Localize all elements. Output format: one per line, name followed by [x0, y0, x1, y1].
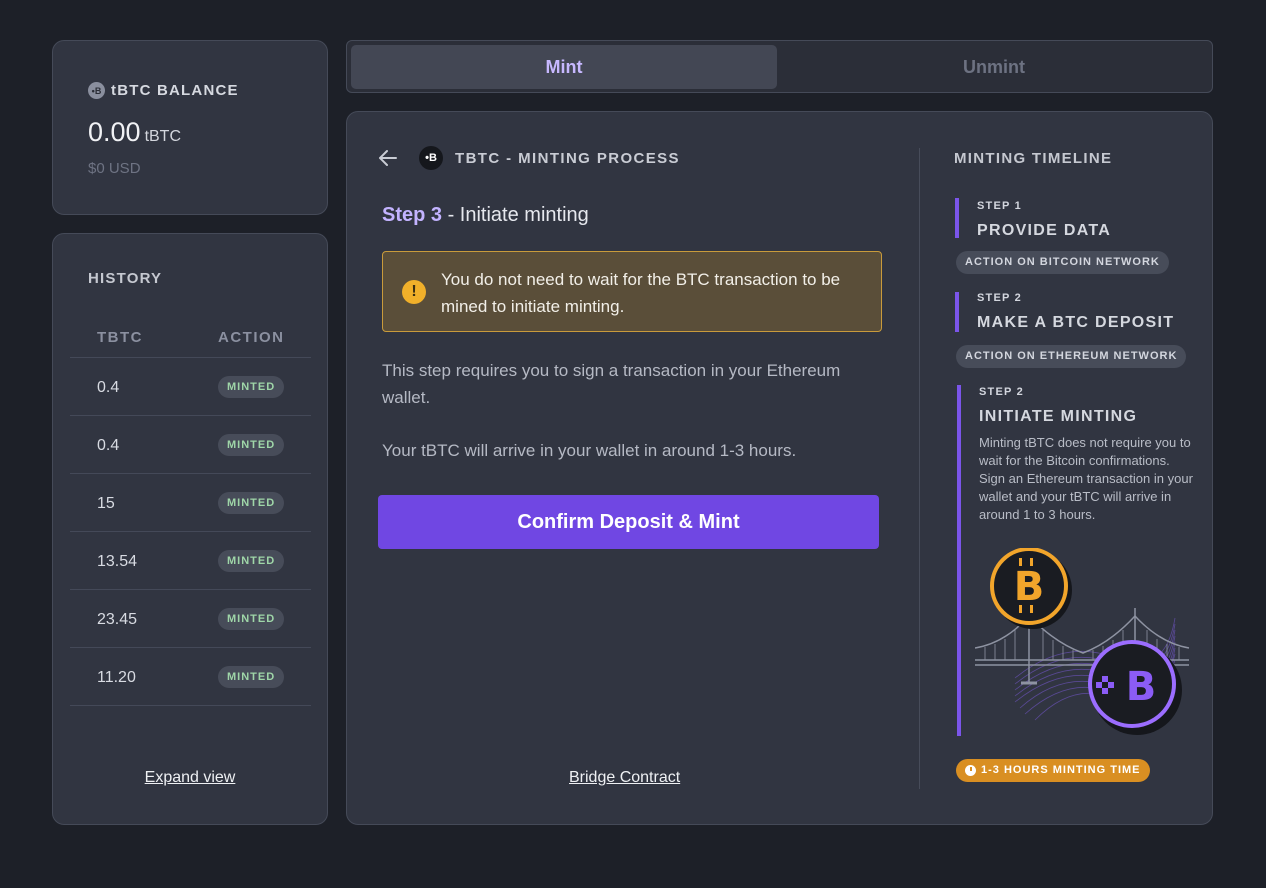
history-table-header: TBTC ACTION: [70, 319, 311, 358]
timeline-step-1-title: PROVIDE DATA: [977, 222, 1112, 239]
balance-usd: $0 USD: [88, 160, 141, 177]
timeline-step-2-label: STEP 2: [977, 292, 1022, 304]
tbtc-coin-icon: B: [1088, 640, 1182, 735]
arrival-paragraph: Your tBTC will arrive in your wallet in …: [382, 441, 797, 460]
clock-icon: [965, 765, 976, 776]
timeline-step-3-description-1: Minting tBTC does not require you to wai…: [979, 435, 1191, 468]
status-badge: MINTED: [218, 550, 285, 572]
row-amount: 11.20: [97, 669, 136, 686]
history-table-body: 0.4 MINTED 0.4 MINTED 15 MINTED 13.54 MI…: [70, 358, 311, 706]
timeline-step-3-label: STEP 2: [979, 386, 1024, 398]
status-badge: MINTED: [218, 434, 285, 456]
minting-time-badge: 1-3 HOURS MINTING TIME: [956, 759, 1150, 782]
table-row[interactable]: 15 MINTED: [70, 474, 311, 532]
timeline-step-1-label: STEP 1: [977, 200, 1022, 212]
balance-value: 0.00: [88, 117, 141, 147]
bitcoin-coin-icon: B: [990, 548, 1072, 629]
exclamation-icon: !: [402, 280, 426, 304]
tab-unmint[interactable]: Unmint: [781, 45, 1207, 89]
timeline-bar-step-2: [955, 292, 959, 332]
vertical-divider: [919, 148, 920, 789]
expand-view-link[interactable]: Expand view: [53, 769, 327, 787]
row-amount: 13.54: [97, 553, 138, 570]
table-row[interactable]: 11.20 MINTED: [70, 648, 311, 706]
step-heading: Step 3 - Initiate minting: [382, 204, 589, 227]
bridge-illustration: B B: [975, 548, 1190, 735]
minting-time-text: 1-3 HOURS MINTING TIME: [981, 764, 1141, 776]
tbtc-icon: •B: [88, 82, 105, 99]
bridge-contract-link[interactable]: Bridge Contract: [569, 769, 680, 787]
arrow-left-icon[interactable]: [377, 147, 399, 169]
history-card: HISTORY TBTC ACTION 0.4 MINTED 0.4 MINTE…: [52, 233, 328, 825]
minting-process-card: •B TBTC - MINTING PROCESS Step 3 - Initi…: [346, 111, 1213, 825]
svg-text:B: B: [1014, 564, 1045, 610]
timeline-bar-step-1: [955, 198, 959, 238]
warning-text: You do not need to wait for the BTC tran…: [441, 270, 841, 316]
balance-unit: tBTC: [144, 128, 182, 145]
table-row[interactable]: 23.45 MINTED: [70, 590, 311, 648]
balance-amount: 0.00 tBTC: [88, 117, 181, 148]
row-amount: 23.45: [97, 611, 138, 628]
timeline-step-1-badge: ACTION ON BITCOIN NETWORK: [956, 251, 1169, 274]
status-badge: MINTED: [218, 666, 285, 688]
process-title: •B TBTC - MINTING PROCESS: [419, 146, 680, 170]
row-amount: 0.4: [97, 379, 120, 396]
step-number: Step 3: [382, 204, 443, 226]
process-title-text: TBTC - MINTING PROCESS: [455, 149, 680, 167]
row-amount: 0.4: [97, 437, 120, 454]
tbtc-logo-icon: •B: [419, 146, 443, 170]
tab-mint[interactable]: Mint: [351, 45, 777, 89]
svg-text:B: B: [1126, 664, 1157, 710]
instruction-paragraph: This step requires you to sign a transac…: [382, 361, 841, 407]
timeline-title: MINTING TIMELINE: [954, 150, 1113, 167]
row-amount: 15: [97, 495, 115, 512]
timeline-step-3-title: INITIATE MINTING: [979, 408, 1138, 425]
status-badge: MINTED: [218, 608, 285, 630]
timeline-step-3-description-2: Sign an Ethereum transaction in your wal…: [979, 471, 1193, 522]
table-row[interactable]: 0.4 MINTED: [70, 358, 311, 416]
status-badge: MINTED: [218, 492, 285, 514]
column-header-tbtc: TBTC: [97, 329, 143, 346]
table-row[interactable]: 13.54 MINTED: [70, 532, 311, 590]
warning-box: ! You do not need to wait for the BTC tr…: [382, 251, 882, 332]
confirm-deposit-mint-button[interactable]: Confirm Deposit & Mint: [378, 495, 879, 549]
timeline-step-2-badge: ACTION ON ETHEREUM NETWORK: [956, 345, 1187, 368]
column-header-action: ACTION: [218, 329, 285, 346]
status-badge: MINTED: [218, 376, 285, 398]
balance-title-text: tBTC BALANCE: [111, 82, 239, 99]
timeline-step-2-title: MAKE A BTC DEPOSIT: [977, 314, 1175, 331]
step-title: - Initiate minting: [442, 204, 589, 226]
balance-card: •B tBTC BALANCE 0.00 tBTC $0 USD: [52, 40, 328, 215]
history-title: HISTORY: [88, 270, 163, 287]
timeline-step-3-description: Minting tBTC does not require you to wai…: [979, 434, 1204, 524]
balance-title: •B tBTC BALANCE: [88, 82, 239, 99]
timeline-bar-step-3: [957, 385, 961, 736]
mint-unmint-tabs: Mint Unmint: [346, 40, 1213, 93]
table-row[interactable]: 0.4 MINTED: [70, 416, 311, 474]
